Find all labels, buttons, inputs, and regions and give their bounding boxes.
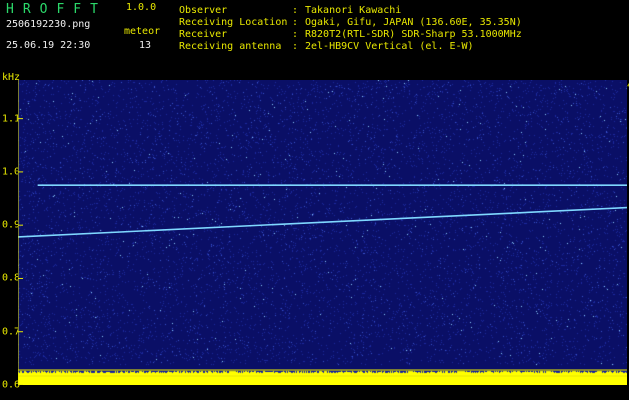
signal-trace — [18, 206, 627, 238]
field-key-receiver: Receiver — [179, 29, 228, 40]
app-title: HROFFT — [6, 2, 107, 17]
spectrogram-overlay — [18, 80, 627, 385]
field-sep: : — [292, 29, 299, 40]
datetime: 25.06.19 22:30 — [6, 40, 91, 51]
meteor-label: meteor — [124, 26, 161, 37]
field-key-observer: Observer — [179, 5, 228, 16]
field-value-receiver: R820T2(RTL-SDR) SDR-Sharp 53.1000MHz — [305, 29, 522, 40]
meteor-count: 13 — [139, 40, 152, 51]
field-sep: : — [292, 17, 299, 28]
field-key-antenna: Receiving antenna — [179, 41, 282, 52]
field-value-antenna: 2el-HB9CV Vertical (el. E-W) — [305, 41, 474, 52]
app-version: 1.0.0 — [126, 2, 157, 13]
field-value-location: Ogaki, Gifu, JAPAN (136.60E, 35.35N) — [305, 17, 522, 28]
field-sep: : — [292, 41, 299, 52]
field-sep: : — [292, 5, 299, 16]
header-panel: HROFFT 1.0.0 2506192230.png 25.06.19 22:… — [0, 0, 629, 58]
filename: 2506192230.png — [6, 19, 91, 30]
field-key-location: Receiving Location — [179, 17, 288, 28]
field-value-observer: Takanori Kawachi — [305, 5, 402, 16]
